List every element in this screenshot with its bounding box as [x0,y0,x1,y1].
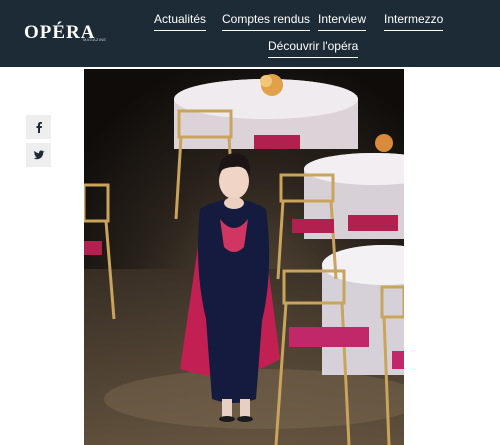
share-facebook-button[interactable] [26,115,51,139]
article-hero-photo [84,69,404,445]
nav-item-intermezzo[interactable]: Intermezzo [384,12,444,31]
opera-stage-scene [84,69,404,445]
nav-item-actualites[interactable]: Actualités [154,12,207,31]
facebook-icon [36,122,42,133]
site-header: OPÉRA MAGAZINE Actualités Comptes rendus… [0,0,500,67]
nav-item-comptes-rendus[interactable]: Comptes rendus [222,12,311,31]
site-logo-subtitle: MAGAZINE [83,37,107,42]
share-twitter-button[interactable] [26,143,51,167]
nav-item-interview[interactable]: Interview [318,12,367,31]
twitter-icon [33,150,44,160]
nav-item-decouvrir-l-opera[interactable]: Découvrir l'opéra [268,39,359,58]
